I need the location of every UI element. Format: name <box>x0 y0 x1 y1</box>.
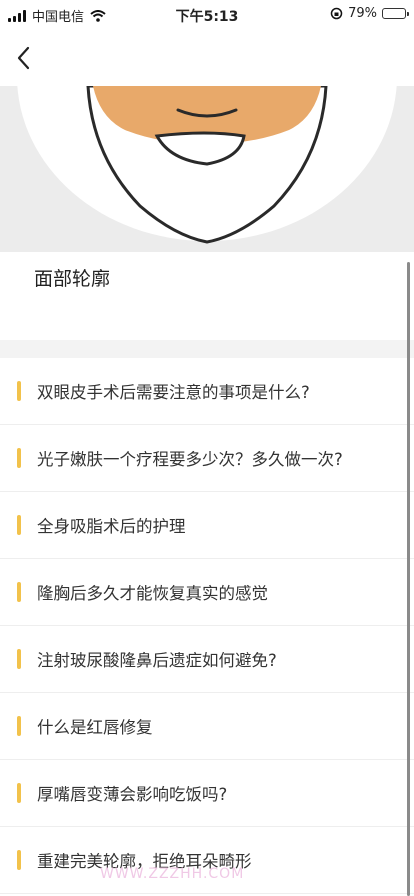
faq-item[interactable]: 隆胸后多久才能恢复真实的感觉 <box>0 559 414 626</box>
accent-bar <box>17 649 21 669</box>
faq-item[interactable]: 重建完美轮廓，拒绝耳朵畸形 <box>0 827 414 894</box>
orientation-lock-icon <box>330 7 343 20</box>
status-bar: 中国电信 下午5:13 79% <box>0 0 414 30</box>
scrollbar[interactable] <box>407 262 410 896</box>
accent-bar <box>17 783 21 803</box>
faq-item[interactable]: 双眼皮手术后需要注意的事项是什么? <box>0 358 414 425</box>
section-divider <box>0 340 414 358</box>
back-button[interactable] <box>10 40 40 76</box>
face-contour-illustration <box>0 86 414 252</box>
battery-icon <box>382 8 409 19</box>
faq-item-text: 隆胸后多久才能恢复真实的感觉 <box>37 584 268 603</box>
faq-item-text: 什么是红唇修复 <box>37 718 153 737</box>
faq-item-text: 注射玻尿酸隆鼻后遗症如何避免? <box>37 651 277 670</box>
nav-bar <box>0 30 414 86</box>
watermark: WWW.ZZZHH.COM <box>100 866 245 882</box>
status-right: 79% <box>330 6 409 21</box>
faq-item[interactable]: 注射玻尿酸隆鼻后遗症如何避免? <box>0 626 414 693</box>
faq-item-text: 厚嘴唇变薄会影响吃饭吗? <box>37 785 228 804</box>
faq-item[interactable]: 厚嘴唇变薄会影响吃饭吗? <box>0 760 414 827</box>
accent-bar <box>17 716 21 736</box>
faq-list: 双眼皮手术后需要注意的事项是什么? 光子嫩肤一个疗程要多少次？多久做一次? 全身… <box>0 358 414 894</box>
chevron-left-icon <box>17 46 30 70</box>
faq-item-text: 双眼皮手术后需要注意的事项是什么? <box>37 383 310 402</box>
faq-item-text: 全身吸脂术后的护理 <box>37 517 186 536</box>
page-title: 面部轮廓 <box>34 268 111 290</box>
accent-bar <box>17 515 21 535</box>
accent-bar <box>17 448 21 468</box>
accent-bar <box>17 381 21 401</box>
accent-bar <box>17 582 21 602</box>
faq-item[interactable]: 光子嫩肤一个疗程要多少次？多久做一次? <box>0 425 414 492</box>
faq-item[interactable]: 全身吸脂术后的护理 <box>0 492 414 559</box>
hero-image <box>0 86 414 252</box>
faq-item-text: 光子嫩肤一个疗程要多少次？多久做一次? <box>37 450 343 469</box>
battery-percent: 79% <box>348 6 377 21</box>
accent-bar <box>17 850 21 870</box>
faq-item[interactable]: 什么是红唇修复 <box>0 693 414 760</box>
category-header: 面部轮廓 <box>0 252 414 340</box>
